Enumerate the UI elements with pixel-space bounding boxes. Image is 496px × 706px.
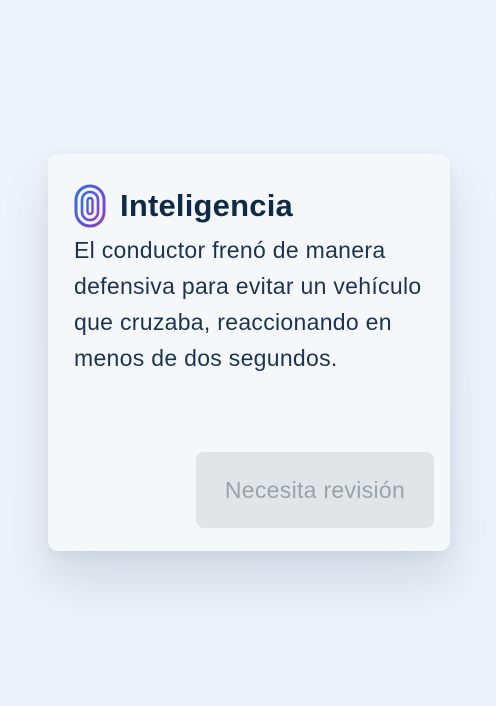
card-description: El conductor frenó de manera defensiva p… bbox=[74, 237, 422, 371]
insight-card: Inteligencia El conductor frenó de maner… bbox=[48, 154, 450, 551]
needs-review-button[interactable]: Necesita revisión bbox=[196, 452, 434, 528]
card-header: Inteligencia bbox=[74, 184, 293, 228]
card-title: Inteligencia bbox=[120, 188, 293, 223]
fingerprint-icon bbox=[74, 184, 106, 228]
